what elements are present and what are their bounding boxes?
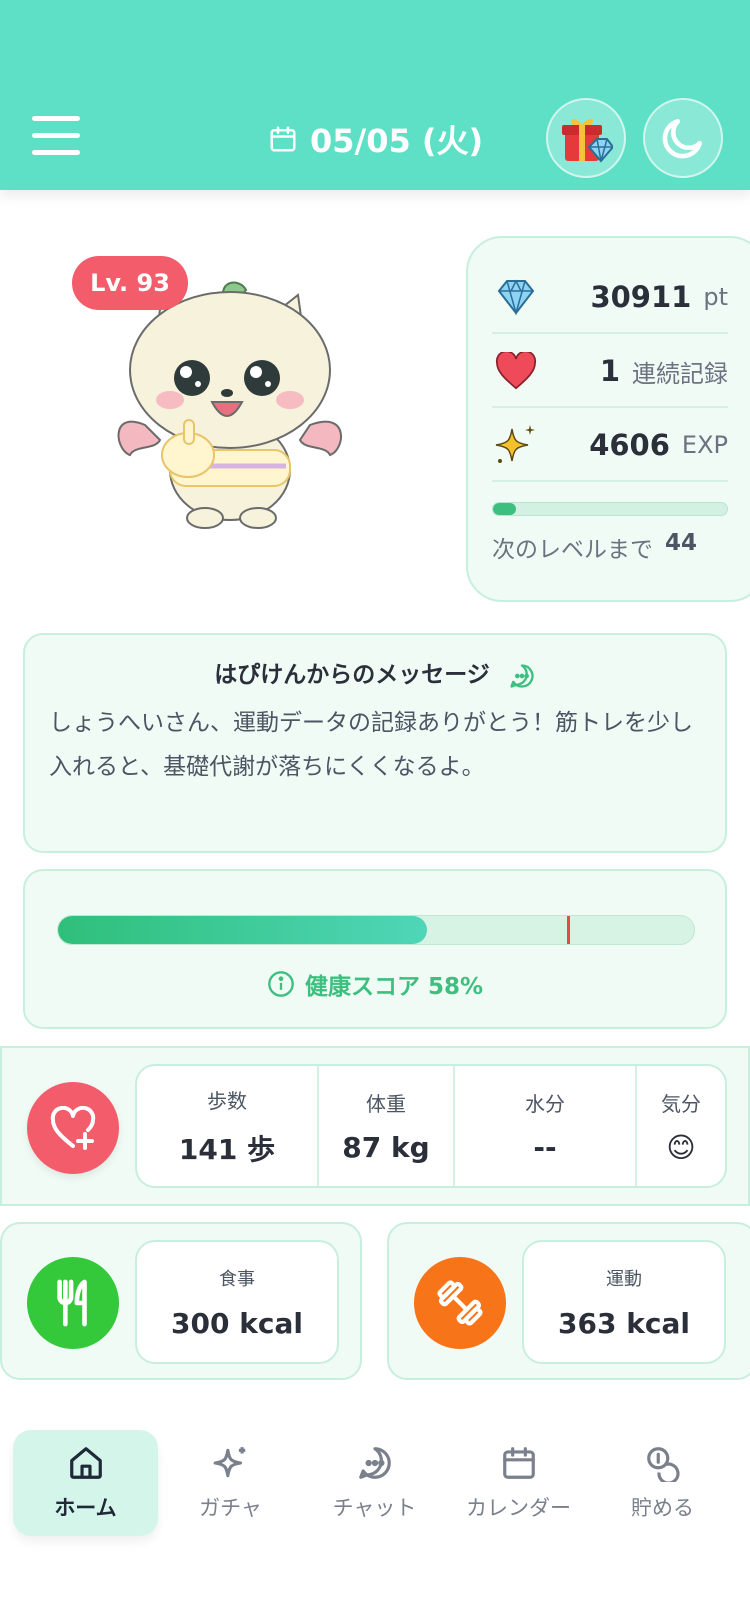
nav-home[interactable]: ホーム: [13, 1430, 158, 1536]
exp-row: 4606 EXP: [492, 410, 728, 482]
chat-icon: [358, 1447, 391, 1479]
date-display[interactable]: 05/05 (火): [268, 114, 483, 164]
message-body: しょうへいさん、運動データの記録ありがとう！筋トレを少し入れると、基礎代謝が落ち…: [49, 710, 693, 780]
metric-label: 気分: [661, 1092, 701, 1116]
health-score-label: 健康スコア 58%: [25, 967, 725, 1001]
health-score-bar: [57, 915, 695, 945]
metric-mood[interactable]: 気分 😊: [637, 1066, 725, 1186]
health-score-card[interactable]: 健康スコア 58%: [23, 869, 727, 1029]
coins-icon: [646, 1447, 680, 1482]
meal-summary: 食事 300 kcal: [135, 1240, 339, 1364]
exercise-summary: 運動 363 kcal: [522, 1240, 726, 1364]
exp-unit: EXP: [681, 431, 728, 459]
sparkle-icon: [213, 1447, 245, 1478]
heart-icon: [492, 347, 540, 395]
next-level-label: 次のレベルまで: [492, 537, 653, 563]
metric-value: --: [533, 1131, 557, 1164]
nav-label: カレンダー: [466, 1496, 571, 1520]
level-badge: Lv. 93: [72, 256, 188, 310]
metric-group: 歩数 141 歩 体重 87 kg 水分 -- 気分 😊: [135, 1064, 727, 1188]
metric-weight[interactable]: 体重 87 kg: [319, 1066, 455, 1186]
info-icon: [268, 971, 294, 997]
metric-value: 87 kg: [342, 1131, 430, 1164]
gift-icon: [562, 118, 613, 163]
next-level-text: 次のレベルまで 44: [492, 530, 697, 564]
bottom-navigation: ホーム ガチャ チャット カレンダー 貯める: [0, 1420, 750, 1570]
chat-bubble-icon: [510, 663, 534, 688]
mood-emoji: 😊: [666, 1131, 696, 1164]
exercise-card[interactable]: 運動 363 kcal: [387, 1222, 750, 1380]
message-title: はぴけんからのメッセージ: [25, 655, 725, 690]
meal-card[interactable]: 食事 300 kcal: [0, 1222, 362, 1380]
nav-calendar[interactable]: カレンダー: [446, 1430, 591, 1536]
calendar-icon: [502, 1447, 535, 1479]
moon-icon: [662, 119, 702, 159]
nav-chat[interactable]: チャット: [302, 1430, 447, 1536]
meal-value: 300 kcal: [171, 1306, 303, 1340]
nav-label: ホーム: [54, 1496, 117, 1520]
metric-label: 水分: [525, 1092, 565, 1116]
daily-metrics: 歩数 141 歩 体重 87 kg 水分 -- 気分 😊: [0, 1046, 750, 1206]
metric-water[interactable]: 水分 --: [455, 1066, 637, 1186]
metric-label: 歩数: [207, 1088, 247, 1113]
next-level-value: 44: [665, 530, 698, 556]
nav-gacha[interactable]: ガチャ: [158, 1430, 303, 1536]
points-row: 30911 pt: [492, 262, 728, 334]
stats-card: 30911 pt 1 連続記録 4606 EXP 次のレベルまで 44: [466, 236, 750, 602]
points-value: 30911: [590, 280, 692, 314]
metric-label: 体重: [366, 1092, 406, 1116]
dumbbell-icon: [437, 1280, 483, 1326]
nav-label: 貯める: [631, 1496, 694, 1520]
nav-label: ガチャ: [199, 1496, 262, 1520]
meal-label: 食事: [219, 1268, 255, 1290]
fork-knife-icon: [57, 1279, 87, 1327]
exp-value: 4606: [589, 428, 670, 462]
calendar-icon: [270, 126, 296, 152]
health-score-text: 健康スコア 58%: [304, 974, 484, 1000]
streak-value: 1: [599, 354, 620, 388]
streak-row: 1 連続記録: [492, 336, 728, 408]
heart-plus-icon: [50, 1106, 96, 1150]
nav-label: チャット: [332, 1496, 417, 1520]
exercise-button[interactable]: [414, 1257, 506, 1349]
message-title-text: はぴけんからのメッセージ: [214, 662, 490, 688]
metric-steps[interactable]: 歩数 141 歩: [137, 1066, 319, 1186]
health-score-target-marker: [566, 916, 570, 944]
exp-progress-fill: [493, 503, 517, 515]
gift-button[interactable]: [546, 98, 626, 178]
date-text: 05/05 (火): [310, 122, 484, 160]
home-icon: [69, 1447, 102, 1479]
meal-button[interactable]: [27, 1257, 119, 1349]
dark-mode-button[interactable]: [643, 98, 723, 178]
nav-savings[interactable]: 貯める: [590, 1430, 735, 1536]
message-card[interactable]: はぴけんからのメッセージ しょうへいさん、運動データの記録ありがとう！筋トレを少…: [23, 633, 727, 853]
streak-unit: 連続記録: [632, 359, 728, 388]
points-unit: pt: [703, 283, 728, 311]
health-score-fill: [58, 916, 427, 944]
menu-icon[interactable]: [32, 116, 80, 156]
metric-value: 141 歩: [178, 1132, 276, 1166]
sparkle-icon: [492, 421, 540, 469]
exercise-value: 363 kcal: [558, 1306, 690, 1340]
exercise-label: 運動: [606, 1268, 642, 1290]
top-app-bar: 05/05 (火): [0, 0, 750, 190]
exp-progress-bar: [492, 502, 728, 516]
diamond-icon: [492, 273, 540, 321]
add-health-record-button[interactable]: [27, 1082, 119, 1174]
